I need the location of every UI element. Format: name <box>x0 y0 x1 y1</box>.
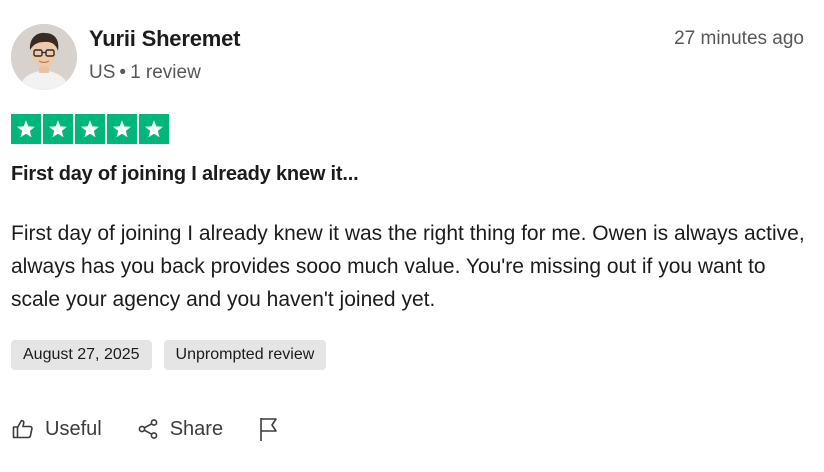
star-rating <box>11 114 169 144</box>
review-actions: Useful Share <box>11 416 281 442</box>
reviewer-country: US <box>89 62 116 83</box>
star-icon <box>139 114 169 144</box>
star-icon <box>75 114 105 144</box>
review-body: First day of joining I already knew it w… <box>11 222 805 311</box>
flag-icon <box>257 416 281 442</box>
useful-button[interactable]: Useful <box>11 417 102 441</box>
reviewer-name[interactable]: Yurii Sheremet <box>89 26 240 52</box>
review-type-badge[interactable]: Unprompted review <box>163 340 327 370</box>
share-icon <box>136 417 160 441</box>
thumbs-up-icon <box>11 417 35 441</box>
star-icon <box>11 114 41 144</box>
star-icon <box>43 114 73 144</box>
share-label: Share <box>169 417 224 440</box>
share-button[interactable]: Share <box>136 417 223 441</box>
useful-label: Useful <box>45 417 102 440</box>
avatar[interactable] <box>11 24 77 90</box>
review-count[interactable]: 1 review <box>130 62 201 83</box>
review-title[interactable]: First day of joining I already knew it..… <box>11 163 359 186</box>
review-date-badge: August 27, 2025 <box>11 340 152 370</box>
review-timestamp: 27 minutes ago <box>674 28 804 49</box>
review-tags: August 27, 2025 Unprompted review <box>11 340 327 370</box>
reviewer-meta: US • 1 review <box>89 62 201 84</box>
report-button[interactable] <box>257 416 281 442</box>
meta-separator: • <box>119 62 127 83</box>
star-icon <box>107 114 137 144</box>
